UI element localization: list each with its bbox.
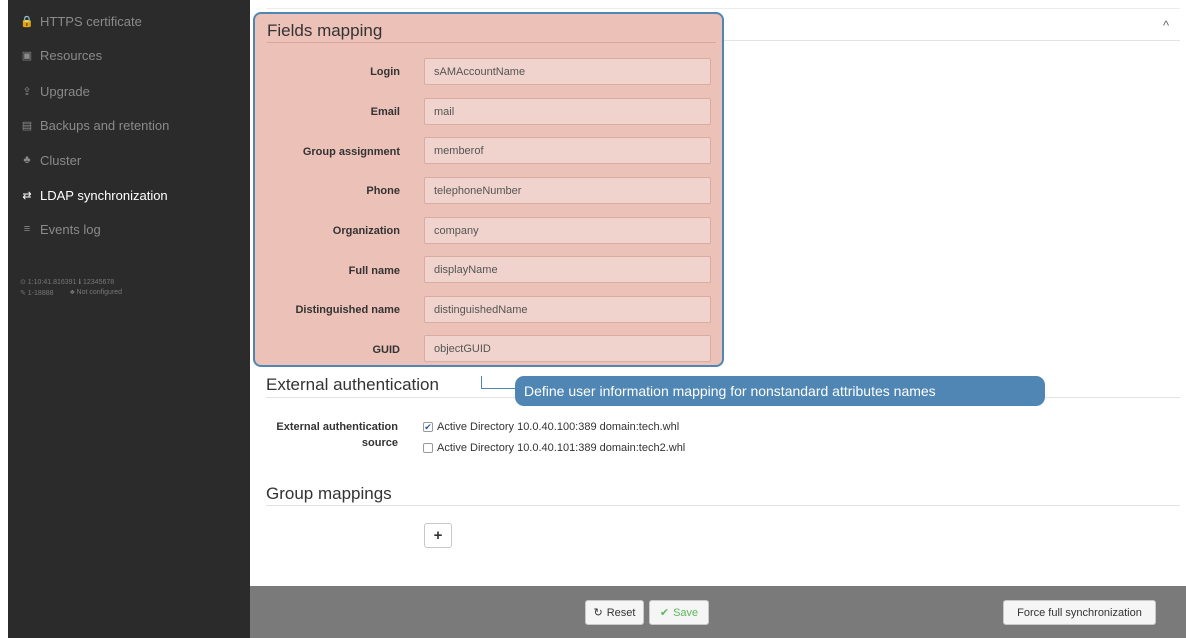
save-button[interactable]: ✔ Save: [649, 600, 709, 625]
external-auth-source-label-line1: External authentication: [276, 421, 398, 433]
list-icon: ≡: [23, 223, 31, 235]
organization-label: Organization: [332, 225, 400, 237]
auth-source-option[interactable]: ✔ Active Directory 10.0.40.100:389 domai…: [423, 421, 679, 433]
sidebar-item-backups[interactable]: ▤ Backups and retention: [20, 114, 170, 136]
group-mappings-divider: [266, 505, 1180, 506]
guid-field[interactable]: objectGUID: [424, 335, 711, 362]
auth-source-option-label: Active Directory 10.0.40.101:389 domain:…: [437, 442, 686, 454]
database-icon: ▤: [21, 119, 33, 132]
sidebar-item-upgrade[interactable]: ⇪ Upgrade: [20, 80, 90, 102]
sidebar-item-label: Cluster: [40, 152, 82, 168]
login-label: Login: [370, 66, 400, 78]
group-assignment-label: Group assignment: [302, 146, 400, 158]
upload-icon: ⇪: [22, 85, 32, 98]
email-label: Email: [370, 106, 400, 118]
group-assignment-field[interactable]: memberof: [424, 137, 711, 164]
image-icon: ▣: [21, 49, 33, 62]
sidebar-item-label: HTTPS certificate: [40, 13, 142, 29]
force-full-sync-button[interactable]: Force full synchronization: [1003, 600, 1156, 625]
external-auth-source-label: External authentication source: [266, 419, 398, 451]
fields-mapping-title: Fields mapping: [267, 21, 383, 40]
check-icon: ✔: [659, 607, 670, 619]
collapse-chevron-icon[interactable]: ^: [1163, 18, 1169, 33]
phone-label: Phone: [366, 185, 400, 197]
distinguished-name-field[interactable]: distinguishedName: [424, 296, 711, 323]
sidebar-item-label: Backups and retention: [40, 117, 170, 133]
login-field[interactable]: sAMAccountName: [424, 58, 711, 85]
version-info: ⊙ 1:10:41.816391 ℹ 12345678: [20, 279, 115, 286]
callout-connector: [481, 376, 517, 389]
organization-field[interactable]: company: [424, 217, 711, 244]
sitemap-icon: ♣: [23, 154, 31, 166]
sidebar-item-resources[interactable]: ▣ Resources: [20, 44, 102, 66]
guid-label: GUID: [372, 344, 401, 356]
mapping-hint-callout: Define user information mapping for nons…: [515, 376, 1045, 406]
force-full-sync-label: Force full synchronization: [1017, 606, 1142, 619]
auth-source-option[interactable]: Active Directory 10.0.40.101:389 domain:…: [423, 442, 685, 454]
sidebar: 🔒 HTTPS certificate ▣ Resources ⇪ Upgrad…: [8, 0, 250, 638]
full-name-field[interactable]: displayName: [424, 256, 711, 283]
sidebar-item-label: Events log: [40, 221, 101, 237]
external-auth-source-label-line2: source: [361, 437, 398, 449]
phone-field[interactable]: telephoneNumber: [424, 177, 711, 204]
distinguished-name-label: Distinguished name: [295, 304, 400, 316]
refresh-icon: ↻: [593, 607, 603, 619]
email-field[interactable]: mail: [424, 98, 711, 125]
sidebar-item-https-certificate[interactable]: 🔒 HTTPS certificate: [20, 10, 142, 32]
save-button-label: Save: [673, 606, 699, 619]
top-divider: [266, 8, 1180, 9]
reset-button-label: Reset: [606, 606, 636, 619]
reset-button[interactable]: ↻ Reset: [585, 600, 644, 625]
checkbox-checked[interactable]: ✔: [423, 422, 433, 432]
sidebar-item-label: LDAP synchronization: [40, 187, 168, 203]
full-name-label: Full name: [348, 265, 400, 277]
add-group-mapping-button[interactable]: +: [424, 523, 452, 548]
build-info: ✎ 1-18888: [20, 290, 54, 297]
sidebar-item-ldap-synchronization[interactable]: ⇄ LDAP synchronization: [20, 184, 168, 206]
checkbox-unchecked[interactable]: [423, 443, 433, 453]
sidebar-item-cluster[interactable]: ♣ Cluster: [20, 149, 81, 171]
auth-source-option-label: Active Directory 10.0.40.100:389 domain:…: [437, 421, 680, 433]
sidebar-item-label: Upgrade: [40, 83, 90, 99]
footer-bar: ↻ Reset ✔ Save Force full synchronizatio…: [250, 586, 1186, 638]
group-mappings-title: Group mappings: [266, 484, 392, 503]
lock-icon: 🔒: [20, 15, 34, 28]
exchange-icon: ⇄: [22, 189, 32, 202]
fields-mapping-panel: Fields mapping Login sAMAccountName Emai…: [253, 12, 724, 367]
external-auth-title: External authentication: [266, 375, 439, 394]
cluster-status: ♣ Not configured: [70, 289, 123, 296]
sidebar-item-label: Resources: [40, 47, 103, 63]
sidebar-item-events-log[interactable]: ≡ Events log: [20, 218, 101, 240]
panel-divider: [267, 42, 716, 43]
